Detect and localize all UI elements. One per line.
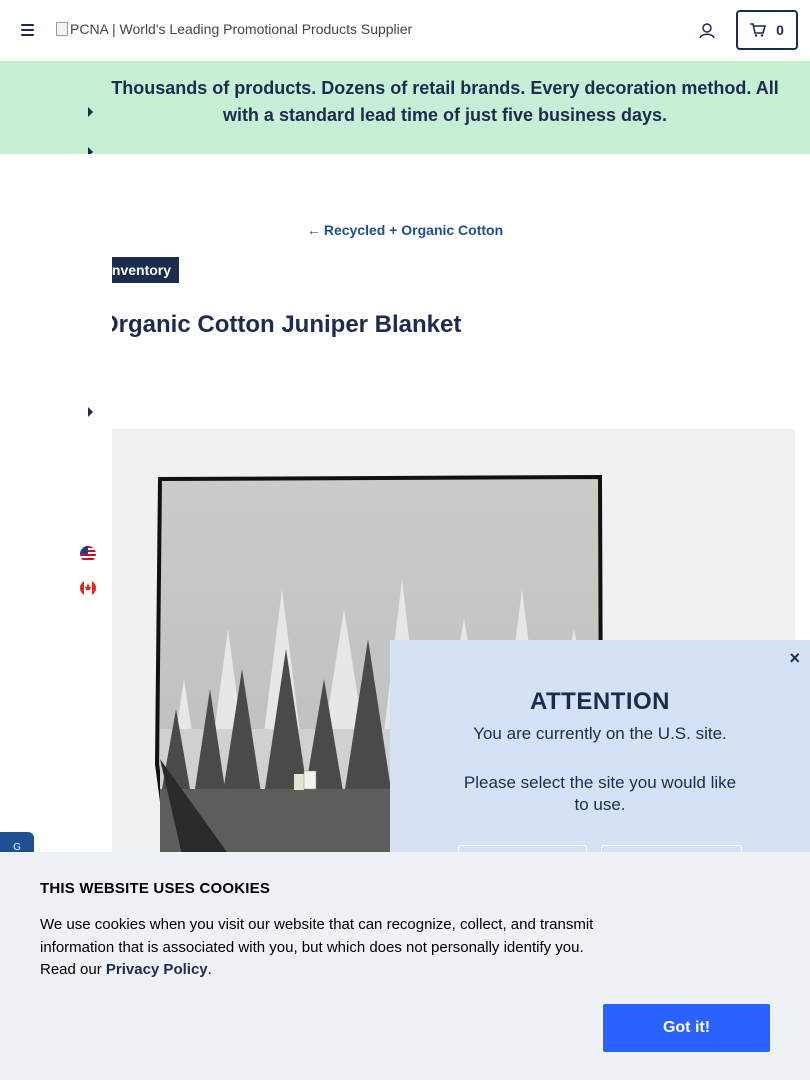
back-link-label: Recycled + Organic Cotton (323, 222, 504, 238)
arrow-left-icon: ← (306, 222, 321, 238)
accept-cookies-button[interactable]: Got it! (603, 1004, 770, 1052)
cart-button[interactable]: 0 (736, 10, 798, 50)
cookie-period: . (207, 961, 212, 978)
menu-icon[interactable] (20, 22, 36, 38)
back-to-category-link[interactable]: ← Recycled + Organic Cotton (0, 222, 810, 238)
modal-subtitle: You are currently on the U.S. site. (473, 724, 727, 743)
site-header: PCNA | World's Leading Promotional Produ… (0, 0, 810, 61)
nav-caret-icon[interactable] (88, 407, 93, 417)
broken-image-icon (56, 22, 68, 36)
cookie-title: THIS WEBSITE USES COOKIES (40, 880, 271, 897)
nav-caret-icon[interactable] (88, 107, 93, 117)
cookie-text: We use cookies when you visit our websit… (40, 914, 600, 982)
product-title: Organic Cotton Juniper Blanket (100, 311, 462, 338)
canada-flag-icon[interactable] (80, 580, 96, 596)
inventory-badge-label: Inventory (108, 262, 172, 278)
cart-icon (750, 23, 767, 37)
account-icon[interactable] (698, 22, 716, 40)
us-flag-icon[interactable] (80, 546, 96, 562)
page: PCNA | World's Leading Promotional Produ… (0, 0, 810, 1080)
modal-title: ATTENTION (529, 688, 671, 715)
privacy-policy-link[interactable]: Privacy Policy (106, 961, 208, 978)
site-logo[interactable]: PCNA | World's Leading Promotional Produ… (56, 21, 412, 37)
inventory-badge: Inventory (104, 257, 180, 283)
promo-banner: Thousands of products. Dozens of retail … (0, 61, 810, 154)
promo-banner-text: Thousands of products. Dozens of retail … (111, 78, 779, 125)
logo-alt-text: PCNA | World's Leading Promotional Produ… (70, 21, 413, 37)
modal-prompt: Please select the site you would like to… (463, 773, 737, 814)
cart-count: 0 (776, 22, 784, 38)
close-icon[interactable]: × (789, 648, 800, 669)
cookie-banner: THIS WEBSITE USES COOKIES We use cookies… (0, 852, 810, 1080)
